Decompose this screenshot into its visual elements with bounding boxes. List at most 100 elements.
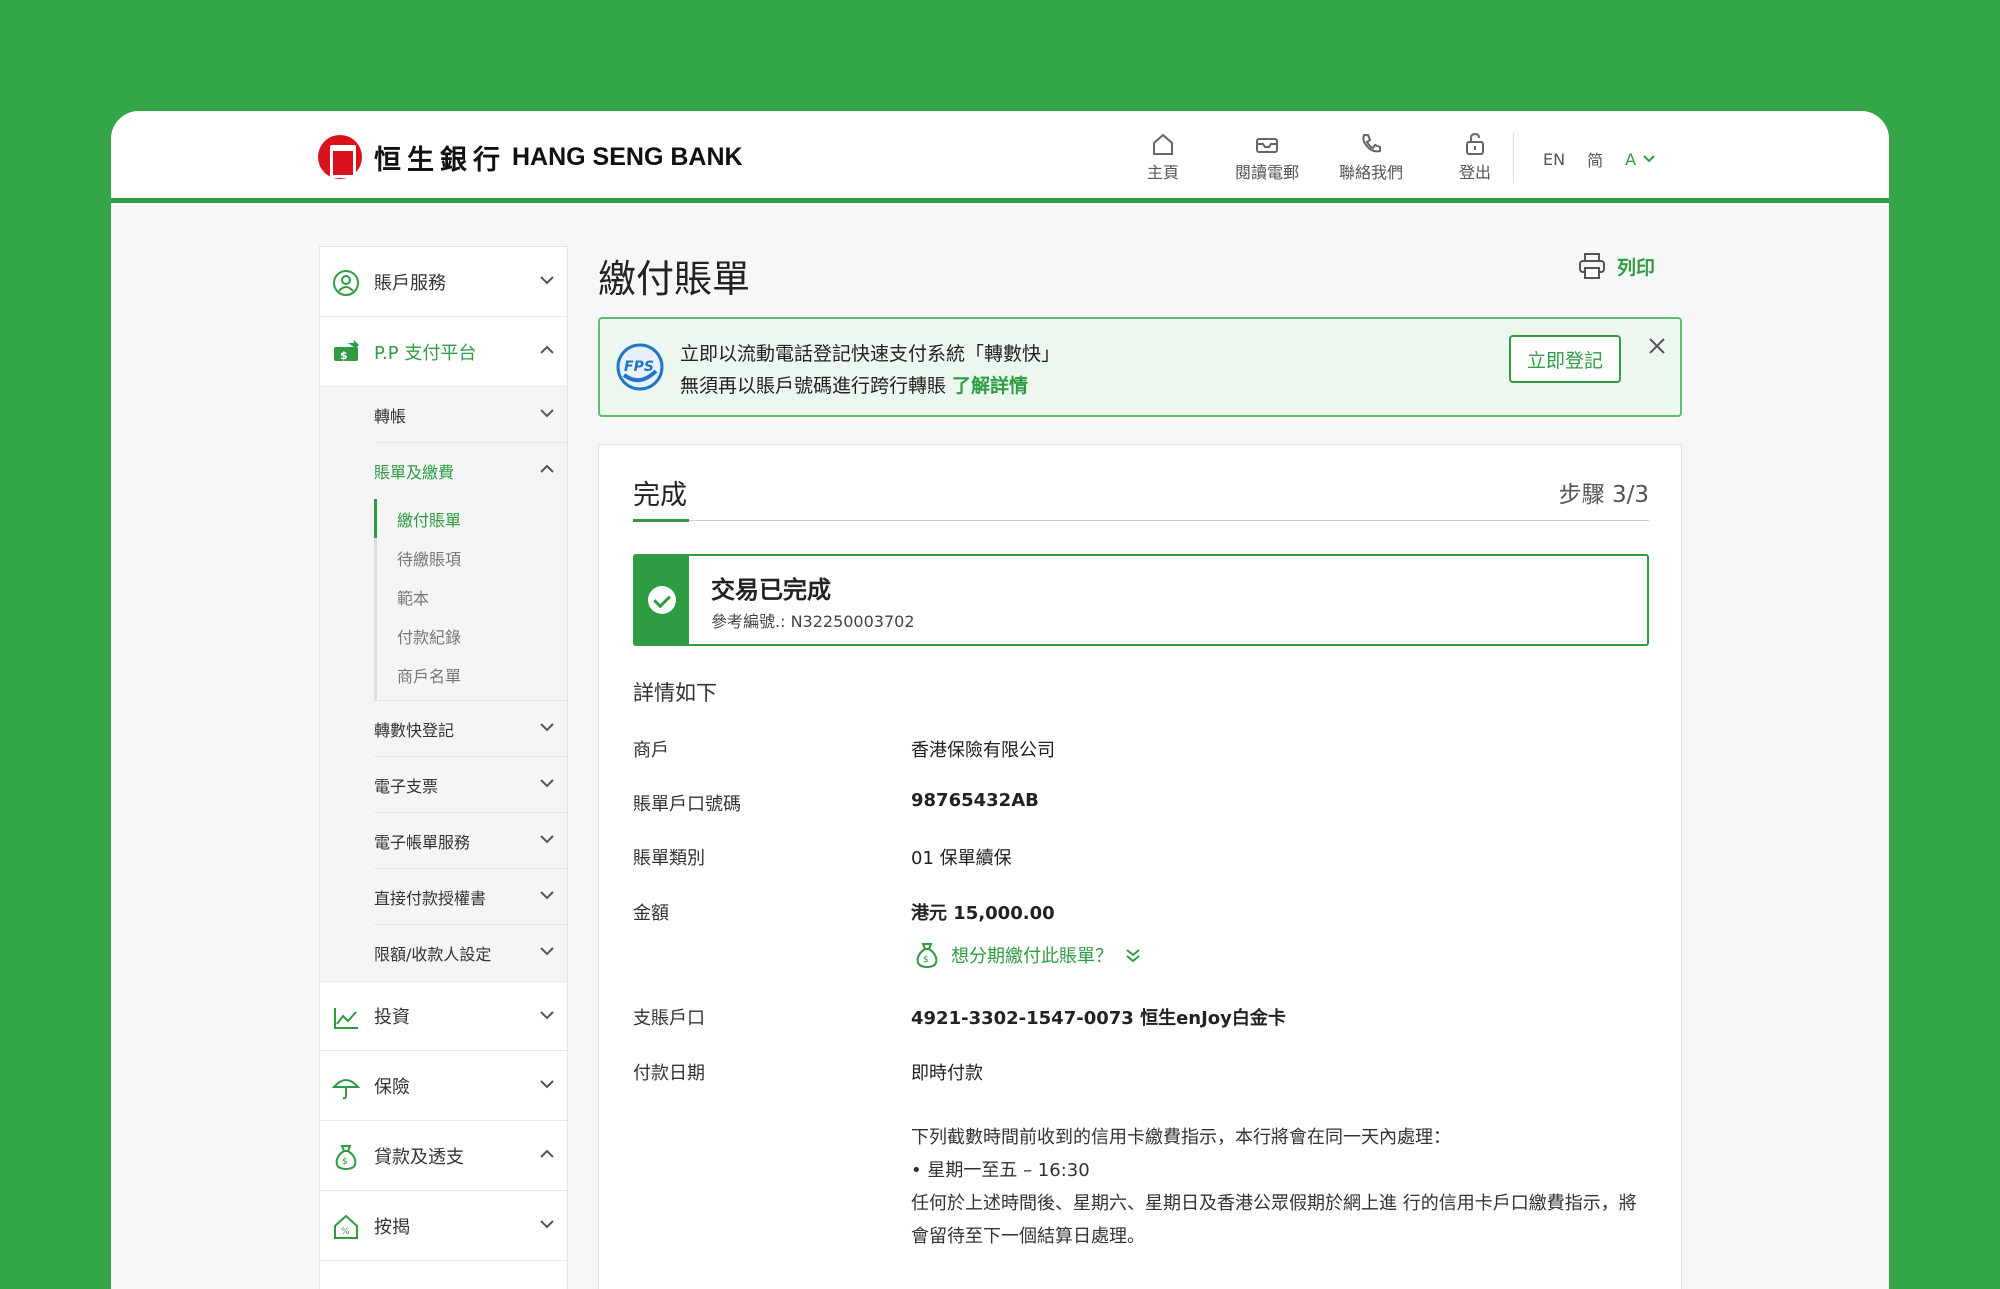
sidebar-item-label: 賬戶服務 xyxy=(374,272,446,294)
bill-type-value: 01 保單續保 xyxy=(911,848,1012,869)
sidebar-item-label: 電子帳單服務 xyxy=(374,832,471,852)
chevron-down-icon xyxy=(540,276,554,285)
sidebar-item-transfer[interactable]: 轉帳 xyxy=(374,387,567,443)
nav-mail-label: 閱讀電郵 xyxy=(1234,163,1299,182)
debit-account-label: 支賬戶口 xyxy=(633,1008,705,1029)
sidebar-item-label: 保險 xyxy=(374,1076,410,1098)
sidebar-item-label: 按揭 xyxy=(374,1216,410,1238)
double-chevron-down-icon xyxy=(1126,949,1140,963)
lang-sc[interactable]: 简 xyxy=(1587,147,1603,171)
payment-date-label: 付款日期 xyxy=(633,1063,705,1084)
note-bullet: 星期一至五 – 16:30 xyxy=(911,1154,1651,1187)
page-title: 繳付賬單 xyxy=(598,257,751,301)
nav-contact[interactable]: 聯絡我們 xyxy=(1319,131,1423,183)
hang-seng-logo[interactable]: 恒生銀行 HANG SENG BANK xyxy=(318,135,743,179)
success-banner: 交易已完成 參考編號.: N32250003702 xyxy=(633,554,1649,646)
bill-type-label: 賬單類別 xyxy=(633,848,705,869)
note-line-2: 任何於上述時間後、星期六、星期日及香港公眾假期於網上進 行的信用卡戶口繳費指示，… xyxy=(911,1193,1637,1247)
top-nav: 主頁 閱讀電郵 聯絡我們 登出 xyxy=(1111,131,1527,183)
chevron-down-icon xyxy=(540,409,554,418)
sidebar-item-fps-register[interactable]: 轉數快登記 xyxy=(374,701,567,757)
chevron-down-icon xyxy=(540,947,554,956)
step-indicator: 步驟 3/3 xyxy=(1558,482,1649,508)
card-title: 完成 xyxy=(633,480,687,511)
brand-name-en: HANG SENG BANK xyxy=(512,142,743,171)
top-header: 恒生銀行 HANG SENG BANK 主頁 閱讀電郵 聯絡我們 登出 EN 简… xyxy=(111,111,1889,203)
amount-label: 金額 xyxy=(633,903,669,924)
sidebar-item-insurance[interactable]: 保險 xyxy=(320,1051,567,1121)
sidebar-item-echeque[interactable]: 電子支票 xyxy=(374,757,567,813)
svg-text:$: $ xyxy=(342,1157,348,1167)
sidebar-item-limits[interactable]: 限額/收款人設定 xyxy=(374,925,567,981)
cutoff-note: 下列截數時間前收到的信用卡繳費指示，本行將會在同一天內處理： 星期一至五 – 1… xyxy=(911,1121,1651,1253)
money-transfer-icon: $ xyxy=(334,340,359,362)
merchant-value: 香港保險有限公司 xyxy=(911,740,1055,761)
sidebar-item-templates[interactable]: 範本 xyxy=(377,577,567,616)
sidebar-item-label: 電子支票 xyxy=(374,776,439,796)
sidebar-bills-list: 繳付賬單 待繳賬項 範本 付款紀錄 商戶名單 xyxy=(374,499,567,701)
umbrella-icon xyxy=(332,1079,360,1100)
sidebar-item-label: 轉數快登記 xyxy=(374,720,455,740)
logo-mark-icon xyxy=(318,135,362,179)
nav-contact-label: 聯絡我們 xyxy=(1338,163,1403,182)
merchant-label: 商戶 xyxy=(633,740,669,761)
nav-home[interactable]: 主頁 xyxy=(1111,131,1215,183)
print-button[interactable]: 列印 xyxy=(1577,251,1655,281)
sidebar-item-payment-history[interactable]: 付款紀錄 xyxy=(377,616,567,655)
debit-account-value: 4921-3302-1547-0073 恒生enJoy白金卡 xyxy=(911,1008,1286,1029)
chevron-up-icon xyxy=(540,345,554,354)
sidebar-item-label: 投資 xyxy=(374,1007,410,1028)
nav-logout-label: 登出 xyxy=(1458,163,1491,182)
line-chart-icon xyxy=(334,1008,358,1029)
chevron-down-icon xyxy=(540,891,554,900)
sidebar-item-invest[interactable]: 投資 xyxy=(320,981,567,1051)
font-size-label: A xyxy=(1625,149,1637,169)
sidebar-item-bills[interactable]: 賬單及繳費 xyxy=(374,443,567,499)
user-circle-icon xyxy=(333,270,359,296)
banner-line-1: 立即以流動電話登記快速支付系統「轉數快」 xyxy=(680,343,1061,365)
banner-line-2-text: 無須再以賬戶號碼進行跨行轉賬 xyxy=(680,375,947,397)
print-label: 列印 xyxy=(1617,256,1656,279)
header-divider xyxy=(1513,133,1514,183)
register-now-button[interactable]: 立即登記 xyxy=(1509,335,1621,383)
printer-icon xyxy=(1579,253,1605,279)
svg-text:$: $ xyxy=(340,349,348,362)
divider xyxy=(633,520,1649,521)
sidebar-item-loans[interactable]: $ 貸款及透支 xyxy=(320,1121,567,1191)
chevron-down-icon xyxy=(540,1220,554,1229)
chevron-down-icon xyxy=(540,835,554,844)
lang-en[interactable]: EN xyxy=(1543,150,1565,169)
svg-text:FPS: FPS xyxy=(624,359,654,375)
close-icon[interactable] xyxy=(1648,337,1666,355)
banner-line-2: 無須再以賬戶號碼進行跨行轉賬 了解詳情 xyxy=(680,371,1028,398)
sidebar-item-direct-debit[interactable]: 直接付款授權書 xyxy=(374,869,567,925)
amount-value: 港元 15,000.00 xyxy=(911,903,1055,924)
fps-logo-icon: FPS xyxy=(616,343,664,391)
brand-name-cn: 恒生銀行 xyxy=(374,144,506,176)
sidebar-item-pp-platform[interactable]: $ P.P 支付平台 xyxy=(320,317,567,387)
font-size-toggle[interactable]: A xyxy=(1625,150,1656,169)
sidebar-item-ebill[interactable]: 電子帳單服務 xyxy=(374,813,567,869)
svg-text:$: $ xyxy=(923,955,929,965)
sidebar-item-account-services[interactable]: 賬戶服務 xyxy=(320,247,567,317)
sidebar-item-label: 限額/收款人設定 xyxy=(374,945,492,964)
sidebar-item-pending-bills[interactable]: 待繳賬項 xyxy=(377,538,567,577)
mailbox-icon xyxy=(1256,138,1278,153)
chevron-up-icon xyxy=(540,1149,554,1158)
sidebar-item-label: 貸款及透支 xyxy=(374,1146,464,1168)
sidebar-item-label: P.P 支付平台 xyxy=(374,342,477,364)
app-window: 恒生銀行 HANG SENG BANK 主頁 閱讀電郵 聯絡我們 登出 EN 简… xyxy=(111,111,1889,1289)
learn-more-link[interactable]: 了解詳情 xyxy=(952,375,1028,397)
sidebar-nav: 賬戶服務 $ P.P 支付平台 轉帳 賬單及繳費 繳付賬單 待繳賬項 範本 付款… xyxy=(319,246,568,1289)
nav-logout[interactable]: 登出 xyxy=(1423,131,1527,183)
unlock-icon xyxy=(1466,132,1484,155)
installment-link[interactable]: $ 想分期繳付此賬單？ xyxy=(915,941,1141,969)
nav-mail[interactable]: 閱讀電郵 xyxy=(1215,131,1319,183)
result-card: 完成 步驟 3/3 交易已完成 參考編號.: N32250003702 詳情如下… xyxy=(598,444,1682,1289)
phone-icon xyxy=(1362,134,1381,153)
sidebar-item-pay-bill[interactable]: 繳付賬單 xyxy=(374,499,567,538)
svg-text:%: % xyxy=(341,1227,350,1237)
sidebar-item-label: 賬單及繳費 xyxy=(374,463,455,482)
sidebar-item-mortgage[interactable]: % 按揭 xyxy=(320,1191,567,1261)
sidebar-item-merchant-list[interactable]: 商戶名單 xyxy=(377,655,567,694)
